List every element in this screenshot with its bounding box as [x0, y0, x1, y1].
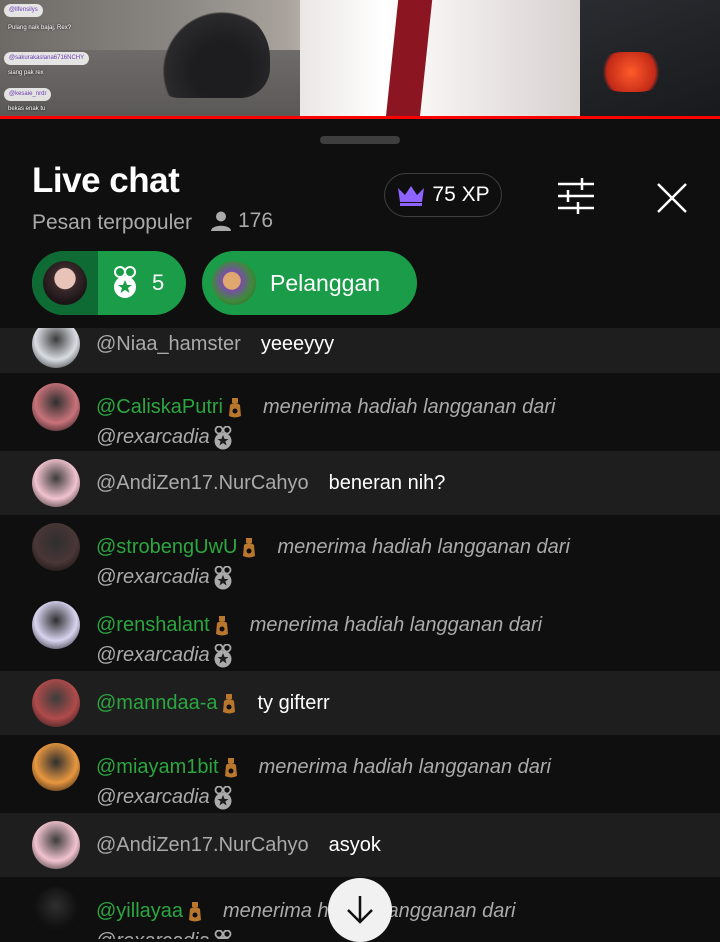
- overlay-chat-text: bekas enak tu: [8, 106, 46, 112]
- message-text: beneran nih?: [328, 472, 446, 494]
- message-line: @AndiZen17.NurCahyo asyok: [96, 830, 700, 860]
- membership-badge-icon: [243, 537, 256, 558]
- gift-message-text: menerima hadiah langganan dari: [249, 614, 543, 636]
- message-line: @AndiZen17.NurCahyo beneran nih?: [96, 468, 700, 498]
- message-line: @strobengUwU menerima hadiah langganan da…: [96, 532, 700, 592]
- chat-message[interactable]: @CaliskaPutri menerima hadiah langganan d…: [0, 373, 720, 451]
- gift-message-text: menerima hadiah langganan dari: [277, 536, 570, 558]
- message-line: @yillayaamenerima hadiah langganan dari@…: [96, 896, 700, 939]
- subscribers-label: Pelanggan: [270, 269, 380, 296]
- overlay-chat-user: @llfensilys: [4, 4, 43, 17]
- gift-message-text: menerima hadiah langganan dari: [263, 396, 556, 418]
- overlay-chat: @llfensilys Pulang naik bajaj, Rex? @sak…: [0, 0, 100, 118]
- scroll-to-bottom-button[interactable]: [328, 878, 392, 942]
- chat-message[interactable]: @manndaa-a ty gifterr: [0, 671, 720, 735]
- overlay-chat-text: siang pak rex: [8, 70, 44, 76]
- page-title: Live chat: [32, 161, 180, 200]
- chat-mode-label[interactable]: Pesan terpopuler: [32, 211, 192, 235]
- gifter-name[interactable]: @rexarcadia: [96, 566, 210, 588]
- gifter-name[interactable]: @rexarcadia: [96, 930, 210, 939]
- message-text: yeeeyyy: [260, 333, 335, 355]
- close-icon: [657, 183, 687, 213]
- gifter-avatar-wrap: [32, 251, 98, 315]
- video-progress-bar[interactable]: [0, 116, 720, 119]
- filter-button[interactable]: [554, 176, 598, 216]
- chat-message[interactable]: @strobengUwU menerima hadiah langganan da…: [0, 515, 720, 593]
- gifter-name[interactable]: @rexarcadia: [96, 786, 210, 808]
- message-text: asyok: [328, 834, 381, 856]
- gift-ribbon-icon: [214, 929, 232, 939]
- crown-icon: [398, 186, 425, 206]
- overlay-chat-user: @sakurakaslana6716NCHY: [4, 52, 90, 65]
- message-line: @Niaa_hamster yeeeyyy: [96, 329, 700, 359]
- chat-message[interactable]: @miayam1bit menerima hadiah langganan dar…: [0, 735, 720, 813]
- gift-message-text: menerima hadiah langganan dari: [258, 756, 551, 778]
- avatar[interactable]: [32, 328, 80, 368]
- gifter-name[interactable]: @rexarcadia: [96, 644, 210, 666]
- avatar[interactable]: [32, 821, 80, 869]
- person-icon: [211, 211, 231, 231]
- message-author[interactable]: @miayam1bit: [96, 756, 219, 778]
- xp-label: 75 XP: [432, 183, 490, 206]
- chat-message[interactable]: @renshalant menerima hadiah langganan dar…: [0, 593, 720, 671]
- message-author[interactable]: @Niaa_hamster: [96, 333, 241, 355]
- avatar: [43, 261, 87, 305]
- live-chat-sheet: Live chat Pesan terpopuler 176 75 XP 5 P…: [0, 121, 720, 939]
- gift-ribbon-icon: [214, 643, 232, 668]
- membership-badge-icon: [223, 693, 236, 714]
- xp-button[interactable]: 75 XP: [384, 173, 502, 217]
- message-author[interactable]: @yillayaa: [96, 900, 183, 922]
- message-author[interactable]: @CaliskaPutri: [96, 396, 223, 418]
- message-line: @renshalant menerima hadiah langganan dar…: [96, 610, 700, 670]
- close-button[interactable]: [650, 176, 694, 220]
- membership-badge-icon: [224, 757, 237, 778]
- message-author[interactable]: @strobengUwU: [96, 536, 237, 558]
- video-player[interactable]: @llfensilys Pulang naik bajaj, Rex? @sak…: [0, 0, 720, 118]
- gift-ribbon-icon: [214, 565, 232, 590]
- avatar: [212, 261, 256, 305]
- video-scooter: [150, 8, 270, 98]
- subscribers-chip[interactable]: Pelanggan: [202, 251, 417, 315]
- drag-handle[interactable]: [320, 136, 400, 144]
- membership-badge-icon: [229, 397, 242, 418]
- message-line: @manndaa-a ty gifterr: [96, 688, 700, 718]
- gift-count: 5: [152, 270, 165, 295]
- message-author[interactable]: @AndiZen17.NurCahyo: [96, 472, 309, 494]
- video-car-light: [596, 52, 666, 92]
- avatar[interactable]: [32, 743, 80, 791]
- message-author[interactable]: @AndiZen17.NurCahyo: [96, 834, 309, 856]
- avatar[interactable]: [32, 459, 80, 507]
- gift-ribbon-icon: [214, 785, 232, 810]
- chat-message[interactable]: @Niaa_hamster yeeeyyy: [0, 328, 720, 373]
- chat-list[interactable]: @Niaa_hamster yeeeyyy @CaliskaPutri menerim…: [0, 328, 720, 939]
- arrow-down-icon: [347, 896, 373, 924]
- membership-badge-icon: [215, 615, 228, 636]
- message-author[interactable]: @manndaa-a: [96, 692, 217, 714]
- gifter-name[interactable]: @rexarcadia: [96, 426, 210, 448]
- viewer-count: 176: [210, 209, 273, 233]
- chat-message[interactable]: @AndiZen17.NurCahyo beneran nih?: [0, 451, 720, 515]
- avatar[interactable]: [32, 887, 80, 935]
- overlay-chat-user: @kesaie_nrdr: [4, 88, 52, 101]
- viewer-count-value: 176: [238, 209, 274, 232]
- chat-message[interactable]: @AndiZen17.NurCahyo asyok: [0, 813, 720, 877]
- overlay-chat-text: Pulang naik bajaj, Rex?: [8, 25, 72, 31]
- gift-ribbon-icon: [114, 266, 136, 298]
- avatar[interactable]: [32, 679, 80, 727]
- video-character: [300, 0, 580, 118]
- message-text: ty gifterr: [257, 692, 330, 714]
- message-author[interactable]: @renshalant: [96, 614, 210, 636]
- message-line: @CaliskaPutri menerima hadiah langganan d…: [96, 392, 700, 452]
- gift-chip[interactable]: 5: [32, 251, 186, 315]
- gift-ribbon-icon: [214, 425, 232, 450]
- membership-badge-icon: [189, 901, 202, 922]
- avatar[interactable]: [32, 523, 80, 571]
- avatar[interactable]: [32, 601, 80, 649]
- avatar[interactable]: [32, 383, 80, 431]
- message-line: @miayam1bit menerima hadiah langganan dar…: [96, 752, 700, 812]
- sliders-icon: [558, 178, 594, 214]
